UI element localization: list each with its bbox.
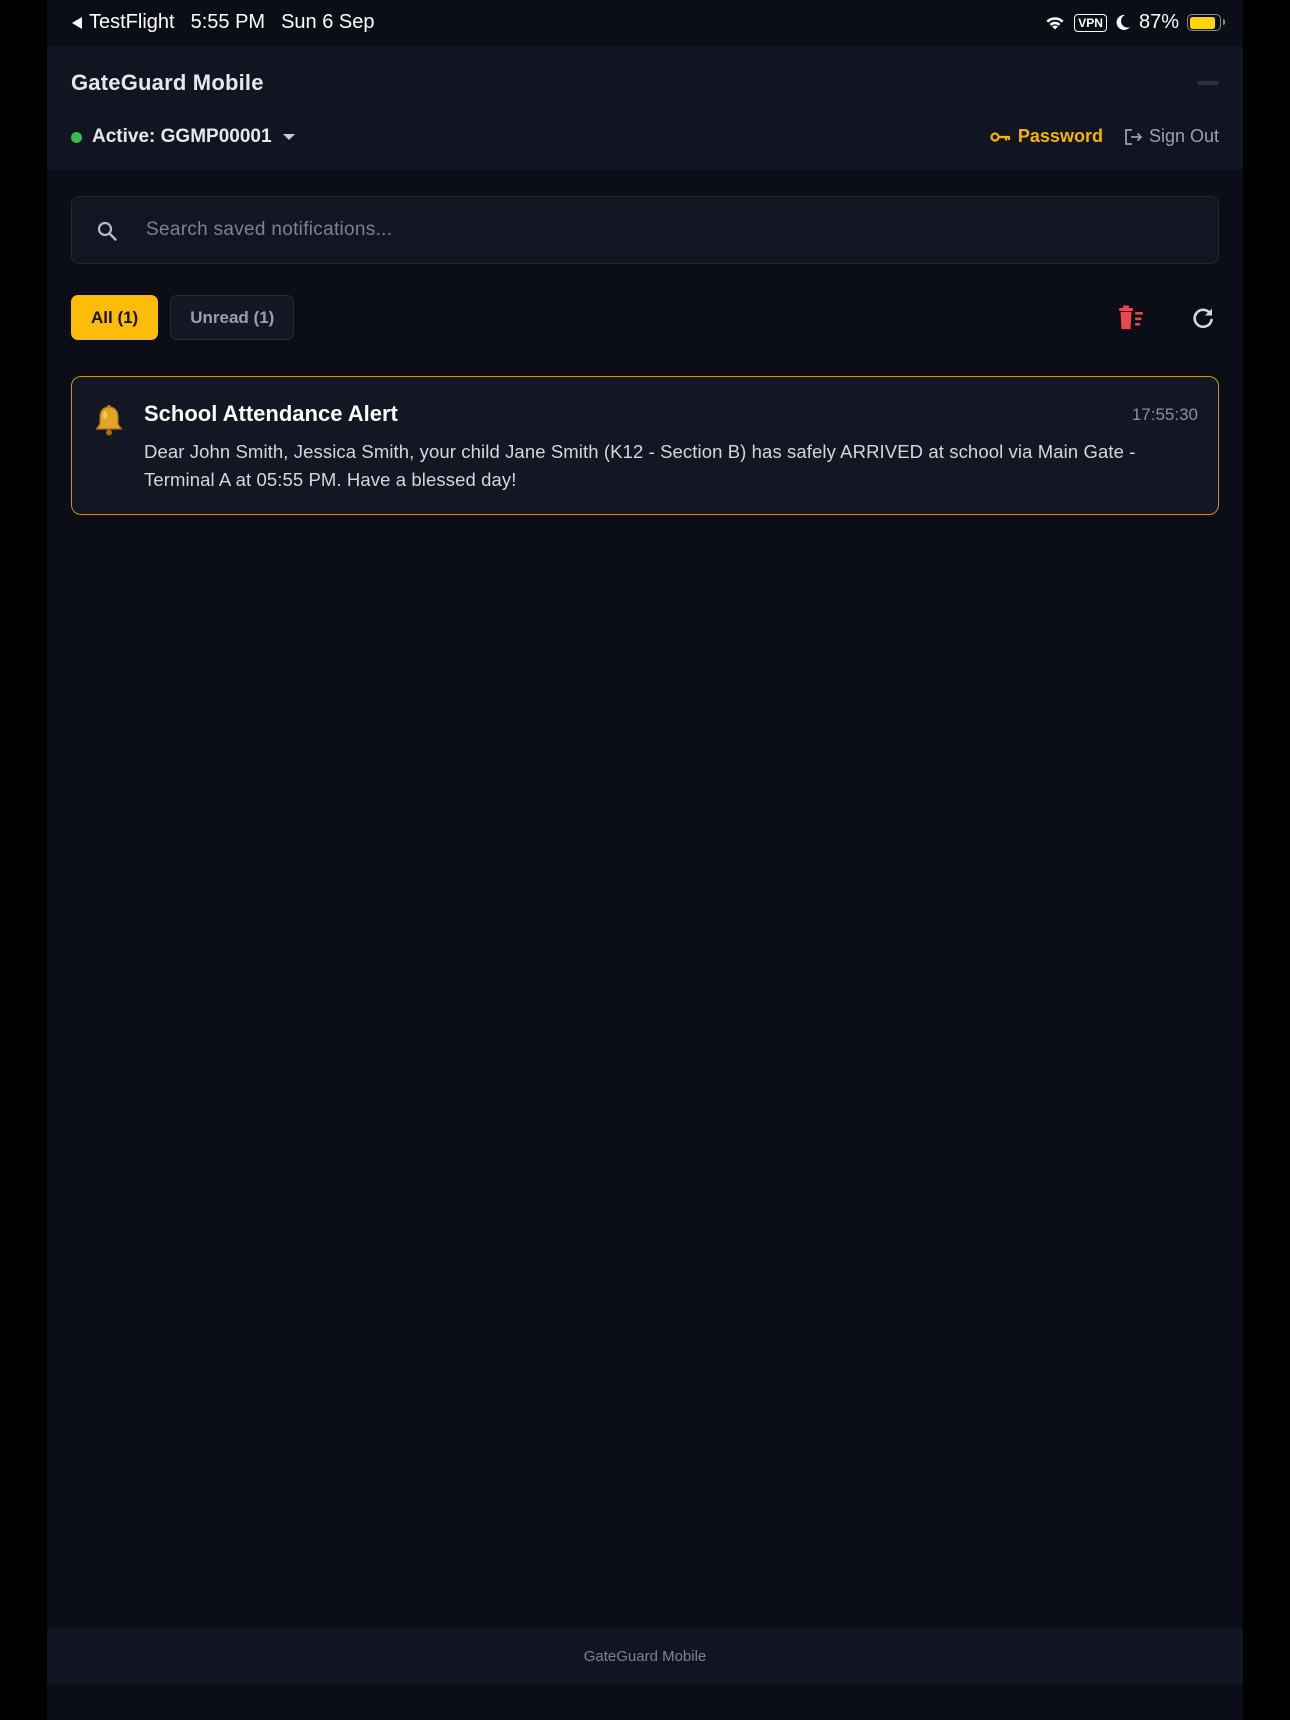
back-to-app-button[interactable]: TestFlight bbox=[71, 11, 175, 34]
moon-icon bbox=[1116, 14, 1130, 30]
active-account-selector[interactable]: Active: GGMP00001 bbox=[71, 126, 296, 148]
filter-tabs: All (1) Unread (1) bbox=[71, 295, 295, 340]
footer-text: GateGuard Mobile bbox=[583, 1648, 707, 1665]
key-icon bbox=[990, 131, 1011, 142]
password-label: Password bbox=[1017, 126, 1103, 146]
app-screen: TestFlight 5:55 PM Sun 6 Sep VPN 87% Gat… bbox=[47, 0, 1243, 1720]
tab-unread[interactable]: Unread (1) bbox=[170, 295, 295, 340]
notification-body: Dear John Smith, Jessica Smith, your chi… bbox=[144, 441, 1136, 490]
notification-time: 17:55:30 bbox=[1131, 405, 1198, 424]
delete-sweep-icon bbox=[1119, 305, 1143, 329]
status-date: Sun 6 Sep bbox=[281, 11, 375, 33]
bell-icon bbox=[95, 405, 123, 436]
tab-all[interactable]: All (1) bbox=[71, 295, 159, 340]
app-title: GateGuard Mobile bbox=[71, 70, 264, 95]
refresh-icon bbox=[1193, 308, 1213, 329]
online-status-dot bbox=[71, 131, 82, 143]
active-account-label: Active: GGMP00001 bbox=[92, 126, 272, 147]
battery-tip bbox=[1223, 19, 1225, 25]
header-actions: Password Sign Out bbox=[990, 126, 1219, 147]
refresh-button[interactable] bbox=[1187, 302, 1219, 334]
vpn-badge: VPN bbox=[1074, 13, 1107, 32]
status-bar-left: TestFlight 5:55 PM Sun 6 Sep bbox=[71, 11, 375, 34]
sign-out-label: Sign Out bbox=[1148, 126, 1219, 146]
battery-level bbox=[1189, 16, 1215, 29]
search-input[interactable] bbox=[146, 197, 1196, 263]
status-bar-right: VPN 87% bbox=[1044, 11, 1225, 34]
notification-card[interactable]: School Attendance Alert 17:55:30 Dear Jo… bbox=[71, 376, 1219, 515]
search-icon bbox=[97, 221, 117, 241]
toolbar-icons bbox=[1115, 302, 1219, 334]
notification-title: School Attendance Alert bbox=[144, 401, 398, 426]
app-header: GateGuard Mobile Active: GGMP00001 Passw… bbox=[47, 46, 1243, 170]
clear-all-button[interactable] bbox=[1115, 302, 1147, 334]
status-time: 5:55 PM bbox=[190, 11, 266, 33]
battery-percent: 87% bbox=[1138, 11, 1179, 33]
back-app-label: TestFlight bbox=[89, 11, 175, 33]
status-bar: TestFlight 5:55 PM Sun 6 Sep VPN 87% bbox=[47, 0, 1243, 46]
wifi-icon bbox=[1046, 17, 1064, 30]
back-triangle-icon bbox=[72, 16, 82, 29]
caret-down-icon bbox=[282, 134, 295, 140]
battery-icon bbox=[1187, 14, 1225, 31]
header-handle[interactable] bbox=[1197, 81, 1219, 85]
search-box[interactable] bbox=[71, 196, 1219, 264]
sign-out-icon bbox=[1125, 128, 1143, 145]
sign-out-button[interactable]: Sign Out bbox=[1123, 126, 1219, 147]
password-button[interactable]: Password bbox=[990, 126, 1103, 147]
app-footer: GateGuard Mobile bbox=[47, 1629, 1243, 1684]
